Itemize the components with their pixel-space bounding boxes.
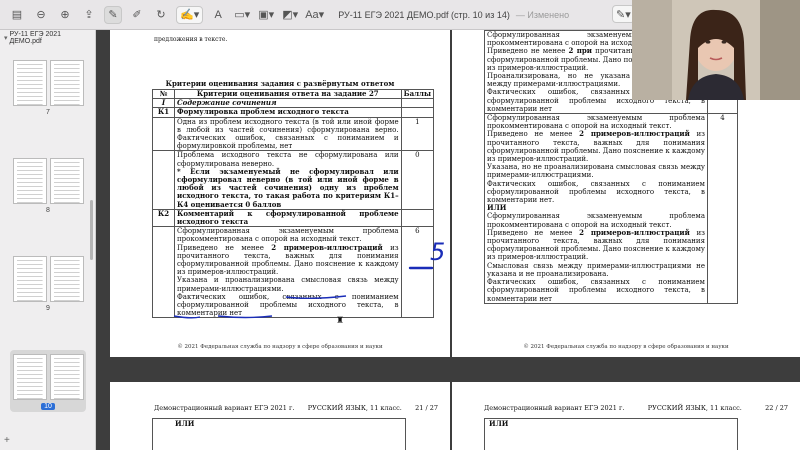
thumbnail-page-9[interactable]: 9 — [10, 256, 86, 312]
add-page-icon[interactable]: + — [4, 435, 10, 446]
chevron-down-icon[interactable]: ▾ — [4, 34, 8, 42]
page-preview — [49, 60, 84, 106]
page-preview — [12, 158, 47, 204]
font-button[interactable]: Aa▾ — [305, 6, 324, 24]
page-preview — [49, 158, 84, 204]
zoom-in-button[interactable]: ⊕ — [56, 6, 74, 24]
page-preview — [12, 256, 47, 302]
criterion-text-bold: * Если экзаменуемый не сформулировал или… — [177, 166, 399, 209]
thumbnail-label: 8 — [46, 207, 50, 214]
page-preview — [12, 354, 47, 400]
running-header: Демонстрационный вариант ЕГЭ 2021 г. РУС… — [154, 404, 438, 412]
text-line: Приведено не менее — [487, 130, 573, 139]
text-line: Указана, но не проанализирована смыслова… — [487, 163, 705, 180]
thumbnail-page-8[interactable]: 8 — [10, 158, 86, 214]
text-line: Фактических ошибок, связанных с понимани… — [487, 179, 705, 205]
page-number: 22 / 27 — [765, 404, 788, 412]
or-label: ИЛИ — [175, 419, 195, 428]
or-label: ИЛИ — [487, 203, 507, 213]
page-preview — [49, 354, 84, 400]
criterion-text: Сформулированная экзаменуемым проблема п… — [174, 226, 402, 319]
document-name: РУ-11 ЕГЭ 2021 ДЕМО.pdf (стр. 10 из 14) — [338, 9, 510, 20]
page-preview — [12, 60, 47, 106]
page-24-preview: Демонстрационный вариант ЕГЭ 2021 г. РУС… — [452, 382, 800, 450]
sidebar-scrollbar[interactable] — [90, 200, 93, 260]
running-header-mid: РУССКИЙ ЯЗЫК, 11 класс. — [647, 404, 742, 412]
running-header: Демонстрационный вариант ЕГЭ 2021 г. РУС… — [484, 404, 788, 412]
table-row: К1 Формулировка проблем исходного текста — [152, 107, 435, 118]
window-title: РУ-11 ЕГЭ 2021 ДЕМО.pdf (стр. 10 из 14) —… — [338, 10, 569, 20]
criterion-title: Формулировка проблем исходного текста — [174, 107, 402, 118]
shapes-button[interactable]: ▭▾ — [233, 6, 251, 24]
thumbnail-label: 7 — [46, 109, 50, 116]
rotate-button[interactable]: ↻ — [152, 6, 170, 24]
text-line: Сформулированная экзаменуемым проблема п… — [487, 212, 705, 229]
thumbnail-page-10[interactable]: 10 — [10, 350, 86, 412]
border-color-button[interactable]: ▣▾ — [257, 6, 275, 24]
text-line: Фактических ошибок, связанных с понимани… — [487, 278, 705, 303]
text-line: Приведено не менее — [487, 47, 566, 56]
page-footer: © 2021 Федеральная служба по надзору в с… — [523, 343, 729, 350]
table-row: К2 Комментарий к сформулированной пробле… — [152, 208, 435, 228]
criteria-title: Критерии оценивания задания с развёрнуты… — [165, 79, 395, 88]
criterion-code: К1 — [152, 107, 175, 118]
thumbnail-page-7[interactable]: 7 — [10, 60, 86, 116]
page-footer: © 2021 Федеральная служба по надзору в с… — [177, 343, 383, 350]
highlight-button[interactable]: ✐ — [128, 6, 146, 24]
markup-button[interactable]: ✍▾ — [176, 5, 204, 24]
text-bold: 2 при — [568, 46, 592, 56]
or-label: ИЛИ — [489, 419, 509, 428]
page-fragment-text: предложения в тексте. — [154, 36, 228, 43]
text-line: Приведено не менее — [177, 243, 264, 252]
share-button[interactable]: ⇪ — [80, 6, 98, 24]
webcam-overlay — [632, 0, 800, 100]
text-line: Указана и проанализирована смысловая свя… — [177, 276, 399, 293]
text-bold: 2 примеров-иллюстраций — [579, 227, 690, 237]
running-header-left: Демонстрационный вариант ЕГЭ 2021 г. — [154, 404, 295, 412]
table-row: Сформулированная экзаменуемым проблема п… — [152, 226, 435, 319]
criterion-points: 6 — [400, 226, 435, 319]
text-line: Фактических ошибок, связанных с понимани… — [177, 292, 399, 318]
criterion-text-plain: Проблема исходного текста не сформулиров… — [177, 151, 399, 168]
presenter-video — [632, 0, 800, 100]
text-button[interactable]: A — [209, 6, 227, 24]
criterion-code: К2 — [152, 208, 175, 228]
thumbnail-sidebar: ▾ РУ-11 ЕГЭ 2021 ДЕМО.pdf 7 8 9 10 + — [0, 30, 96, 450]
running-header-mid: РУССКИЙ ЯЗЫК, 11 класс. — [307, 404, 402, 412]
table-row: Проблема исходного текста не сформулиров… — [152, 150, 435, 210]
criterion-title: Комментарий к сформулированной проблеме … — [174, 208, 402, 228]
criterion-text: Проблема исходного текста не сформулиров… — [174, 150, 402, 210]
page-23-preview: Демонстрационный вариант ЕГЭ 2021 г. РУС… — [110, 382, 450, 450]
text-line: Приведено не менее — [487, 228, 573, 237]
sidebar-toggle-button[interactable]: ▤ — [8, 6, 26, 24]
criterion-text: Одна из проблем исходного текста (в той … — [174, 116, 402, 152]
table-row: ИЛИ — [152, 418, 406, 450]
criterion-points: 1 — [400, 116, 435, 152]
criterion-points: 4 — [707, 113, 738, 304]
text-line: Сформулированная экзаменуемым проблема п… — [487, 114, 705, 131]
sidebar-file-header[interactable]: ▾ РУ-11 ЕГЭ 2021 ДЕМО.pdf — [0, 30, 95, 46]
running-header-left: Демонстрационный вариант ЕГЭ 2021 г. — [484, 404, 625, 412]
page-number: 21 / 27 — [415, 404, 438, 412]
criteria-table: № Критерии оценивания ответа на задание … — [152, 88, 435, 319]
table-row: Сформулированная экзаменуемым проблема п… — [484, 113, 738, 304]
thumbnail-label: 10 — [12, 403, 84, 410]
criterion-text: Сформулированная экзаменуемым проблема п… — [484, 113, 708, 304]
text-bold: 2 примеров-иллюстраций — [579, 129, 690, 139]
table-row: ИЛИ — [484, 418, 738, 450]
zoom-out-button[interactable]: ⊖ — [32, 6, 50, 24]
page-21: предложения в тексте. Критерии оценивани… — [110, 30, 450, 357]
table-row: Одна из проблем исходного текста (в той … — [152, 116, 435, 152]
sidebar-file-name: РУ-11 ЕГЭ 2021 ДЕМО.pdf — [9, 31, 62, 45]
fill-color-button[interactable]: ◩▾ — [281, 6, 299, 24]
criterion-points: 0 — [400, 150, 435, 210]
text-line: Смысловая связь между примерами-иллюстра… — [487, 261, 705, 278]
edit-status: — Изменено — [515, 9, 570, 20]
pen-tool-button[interactable]: ✎ — [104, 5, 122, 24]
text-line: Сформулированная экзаменуемым проблема п… — [177, 227, 399, 244]
thumbnail-label: 9 — [46, 305, 50, 312]
page-preview — [49, 256, 84, 302]
text-bold: 2 примеров-иллюстраций — [271, 242, 383, 252]
header-points: Баллы — [400, 88, 435, 100]
